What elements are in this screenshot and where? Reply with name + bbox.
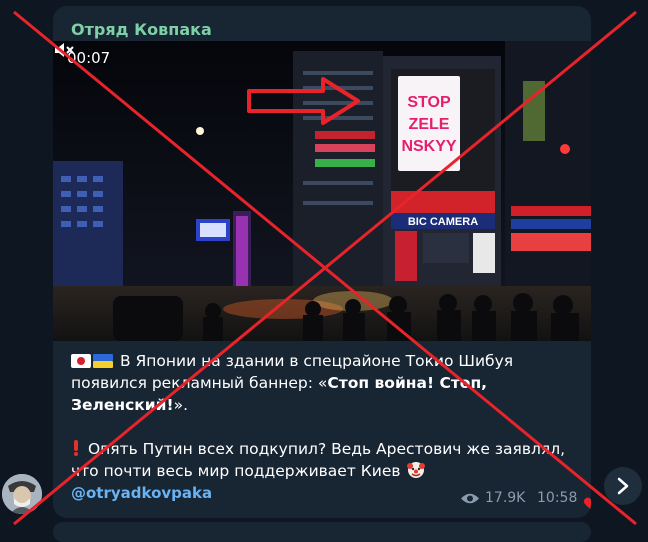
forward-button[interactable]: [604, 467, 642, 505]
caption-paragraph-2: Опять Путин всех подкупил? Ведь Арестови…: [71, 438, 581, 482]
banner-line-3: NSKYY: [401, 138, 456, 155]
message-text: В Японии на здании в спецрайоне Токио Ши…: [71, 350, 581, 482]
ukraine-flag-icon: [93, 354, 113, 368]
video-frame: STOP ZELE NSKYY BIC CAMERA: [53, 41, 591, 341]
banner-line-2: ZELE: [409, 116, 450, 133]
exclamation-icon: [74, 440, 78, 456]
channel-name[interactable]: Отряд Ковпака: [71, 20, 212, 39]
channel-signature-link[interactable]: @otryadkovpaka: [71, 484, 212, 502]
chevron-right-icon: [617, 477, 629, 495]
avatar-portrait: [2, 474, 42, 514]
heart-reaction-icon[interactable]: [583, 497, 591, 511]
mute-icon[interactable]: [53, 41, 75, 59]
clown-face-icon: [407, 462, 426, 478]
banner-line-1: STOP: [407, 94, 451, 111]
eye-icon: [461, 493, 479, 503]
japan-flag-icon: [71, 354, 91, 368]
caption-paragraph-1: В Японии на здании в спецрайоне Токио Ши…: [71, 350, 581, 416]
message-time: 10:58: [537, 490, 578, 506]
view-counter: 17.9K: [460, 490, 525, 506]
caption-text-2: Опять Путин всех подкупил? Ведь Арестови…: [71, 440, 566, 480]
bic-camera-sign: BIC CAMERA: [408, 216, 478, 228]
message-bubble: Отряд Ковпака STOP ZELE NSKYY BIC CAMERA…: [53, 6, 591, 518]
caption-text-1-end: ».: [173, 396, 189, 414]
views-count: 17.9K: [485, 490, 526, 506]
channel-avatar[interactable]: [2, 474, 42, 514]
next-message-bubble: [53, 522, 591, 542]
video-player[interactable]: STOP ZELE NSKYY BIC CAMERA 00:07: [53, 41, 591, 341]
